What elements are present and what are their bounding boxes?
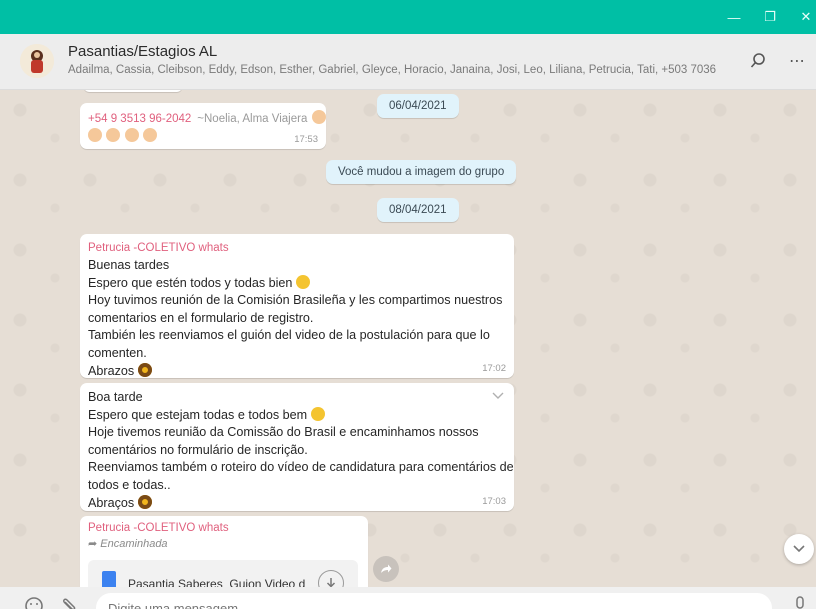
message-line: También les reenviamos el guión del vide… xyxy=(88,328,490,343)
group-avatar[interactable] xyxy=(20,44,54,78)
message-sender[interactable]: +54 9 3513 96-2042 xyxy=(88,113,191,125)
system-message: Você mudou a imagem do grupo xyxy=(326,160,517,184)
share-forward-icon[interactable] xyxy=(373,556,399,582)
clap-emoji-icon xyxy=(106,128,121,142)
message-line: comenten. xyxy=(88,345,147,360)
message-line: Espero que estén todos y todas bien xyxy=(88,275,293,290)
message-bubble-clipped xyxy=(84,90,182,92)
message-line: Espero que estejam todas e todos bem xyxy=(88,407,308,422)
message-line: todos e todas.. xyxy=(88,477,171,492)
message-line: Reenviamos também o roteiro do vídeo de … xyxy=(88,460,514,475)
message-sender[interactable]: Petrucia -COLETIVO whats xyxy=(88,242,502,254)
clap-emoji-icon xyxy=(124,128,139,142)
composer-bar xyxy=(0,587,816,609)
document-name: Pasantia Saberes_Guion Video d xyxy=(128,577,306,587)
sunflower-emoji-icon xyxy=(137,362,152,377)
clap-emoji-row xyxy=(88,127,158,145)
clap-emoji-icon xyxy=(311,110,326,124)
group-avatar-image xyxy=(20,44,54,78)
message-line: Abraços xyxy=(88,495,135,510)
chat-area[interactable]: +54 9 3513 96-2042 ~Noelia, Alma Viajera … xyxy=(0,90,816,587)
message-line: Hoje tivemos reunião da Comissão do Bras… xyxy=(88,425,479,440)
document-icon xyxy=(102,571,116,587)
message-sender[interactable]: Petrucia -COLETIVO whats xyxy=(88,522,229,534)
group-members: Adailma, Cassia, Cleibson, Eddy, Edson, … xyxy=(68,64,716,76)
message-input[interactable] xyxy=(96,593,772,609)
title-bar: — ❐ ✕ xyxy=(0,0,816,34)
minimize-button[interactable]: — xyxy=(714,0,754,34)
clap-emoji-icon xyxy=(88,128,102,142)
more-vertical-icon[interactable]: ⋯ xyxy=(784,48,810,74)
message-line: comentarios en el formulario de registro… xyxy=(88,310,314,325)
message-time: 17:03 xyxy=(482,496,506,507)
document-attachment[interactable]: Pasantia Saberes_Guion Video d xyxy=(88,560,358,587)
message-line: Hoy tuvimos reunión de la Comisión Brasi… xyxy=(88,293,503,308)
download-icon[interactable] xyxy=(318,570,344,587)
clap-emoji-icon xyxy=(143,128,158,142)
emoji-icon[interactable] xyxy=(24,596,44,609)
group-title: Pasantias/Estagios AL xyxy=(68,43,218,60)
restore-button[interactable]: ❐ xyxy=(750,0,790,34)
forward-arrow-icon: ➦ xyxy=(88,538,98,550)
message-time: 17:53 xyxy=(294,134,318,145)
message-line: comentários no formulário de inscrição. xyxy=(88,442,308,457)
attach-icon[interactable] xyxy=(60,596,80,609)
chat-header[interactable]: Pasantias/Estagios AL Adailma, Cassia, C… xyxy=(0,34,816,90)
search-icon[interactable] xyxy=(745,48,771,74)
scroll-down-button[interactable] xyxy=(784,534,814,564)
message-time: 17:02 xyxy=(482,363,506,374)
message-line: Boa tarde xyxy=(88,390,143,404)
message-bubble[interactable]: +54 9 3513 96-2042 ~Noelia, Alma Viajera … xyxy=(80,103,326,149)
date-separator: 08/04/2021 xyxy=(377,198,459,222)
message-pushname: ~Noelia, Alma Viajera xyxy=(197,113,308,125)
raised-hands-emoji-icon xyxy=(295,274,310,289)
message-line: Abrazos xyxy=(88,363,135,378)
close-button[interactable]: ✕ xyxy=(786,0,816,34)
raised-hands-emoji-icon xyxy=(310,406,325,421)
date-separator: 06/04/2021 xyxy=(377,94,459,118)
message-bubble[interactable]: Petrucia -COLETIVO whats Buenas tardes E… xyxy=(80,234,514,378)
sunflower-emoji-icon xyxy=(137,494,152,509)
message-bubble[interactable]: Petrucia -COLETIVO whats ➦ Encaminhada P… xyxy=(80,516,368,587)
microphone-icon[interactable] xyxy=(794,596,806,609)
message-line: Buenas tardes xyxy=(88,258,170,272)
forwarded-label: Encaminhada xyxy=(100,538,168,550)
message-bubble[interactable]: Boa tarde Espero que estejam todas e tod… xyxy=(80,383,514,511)
